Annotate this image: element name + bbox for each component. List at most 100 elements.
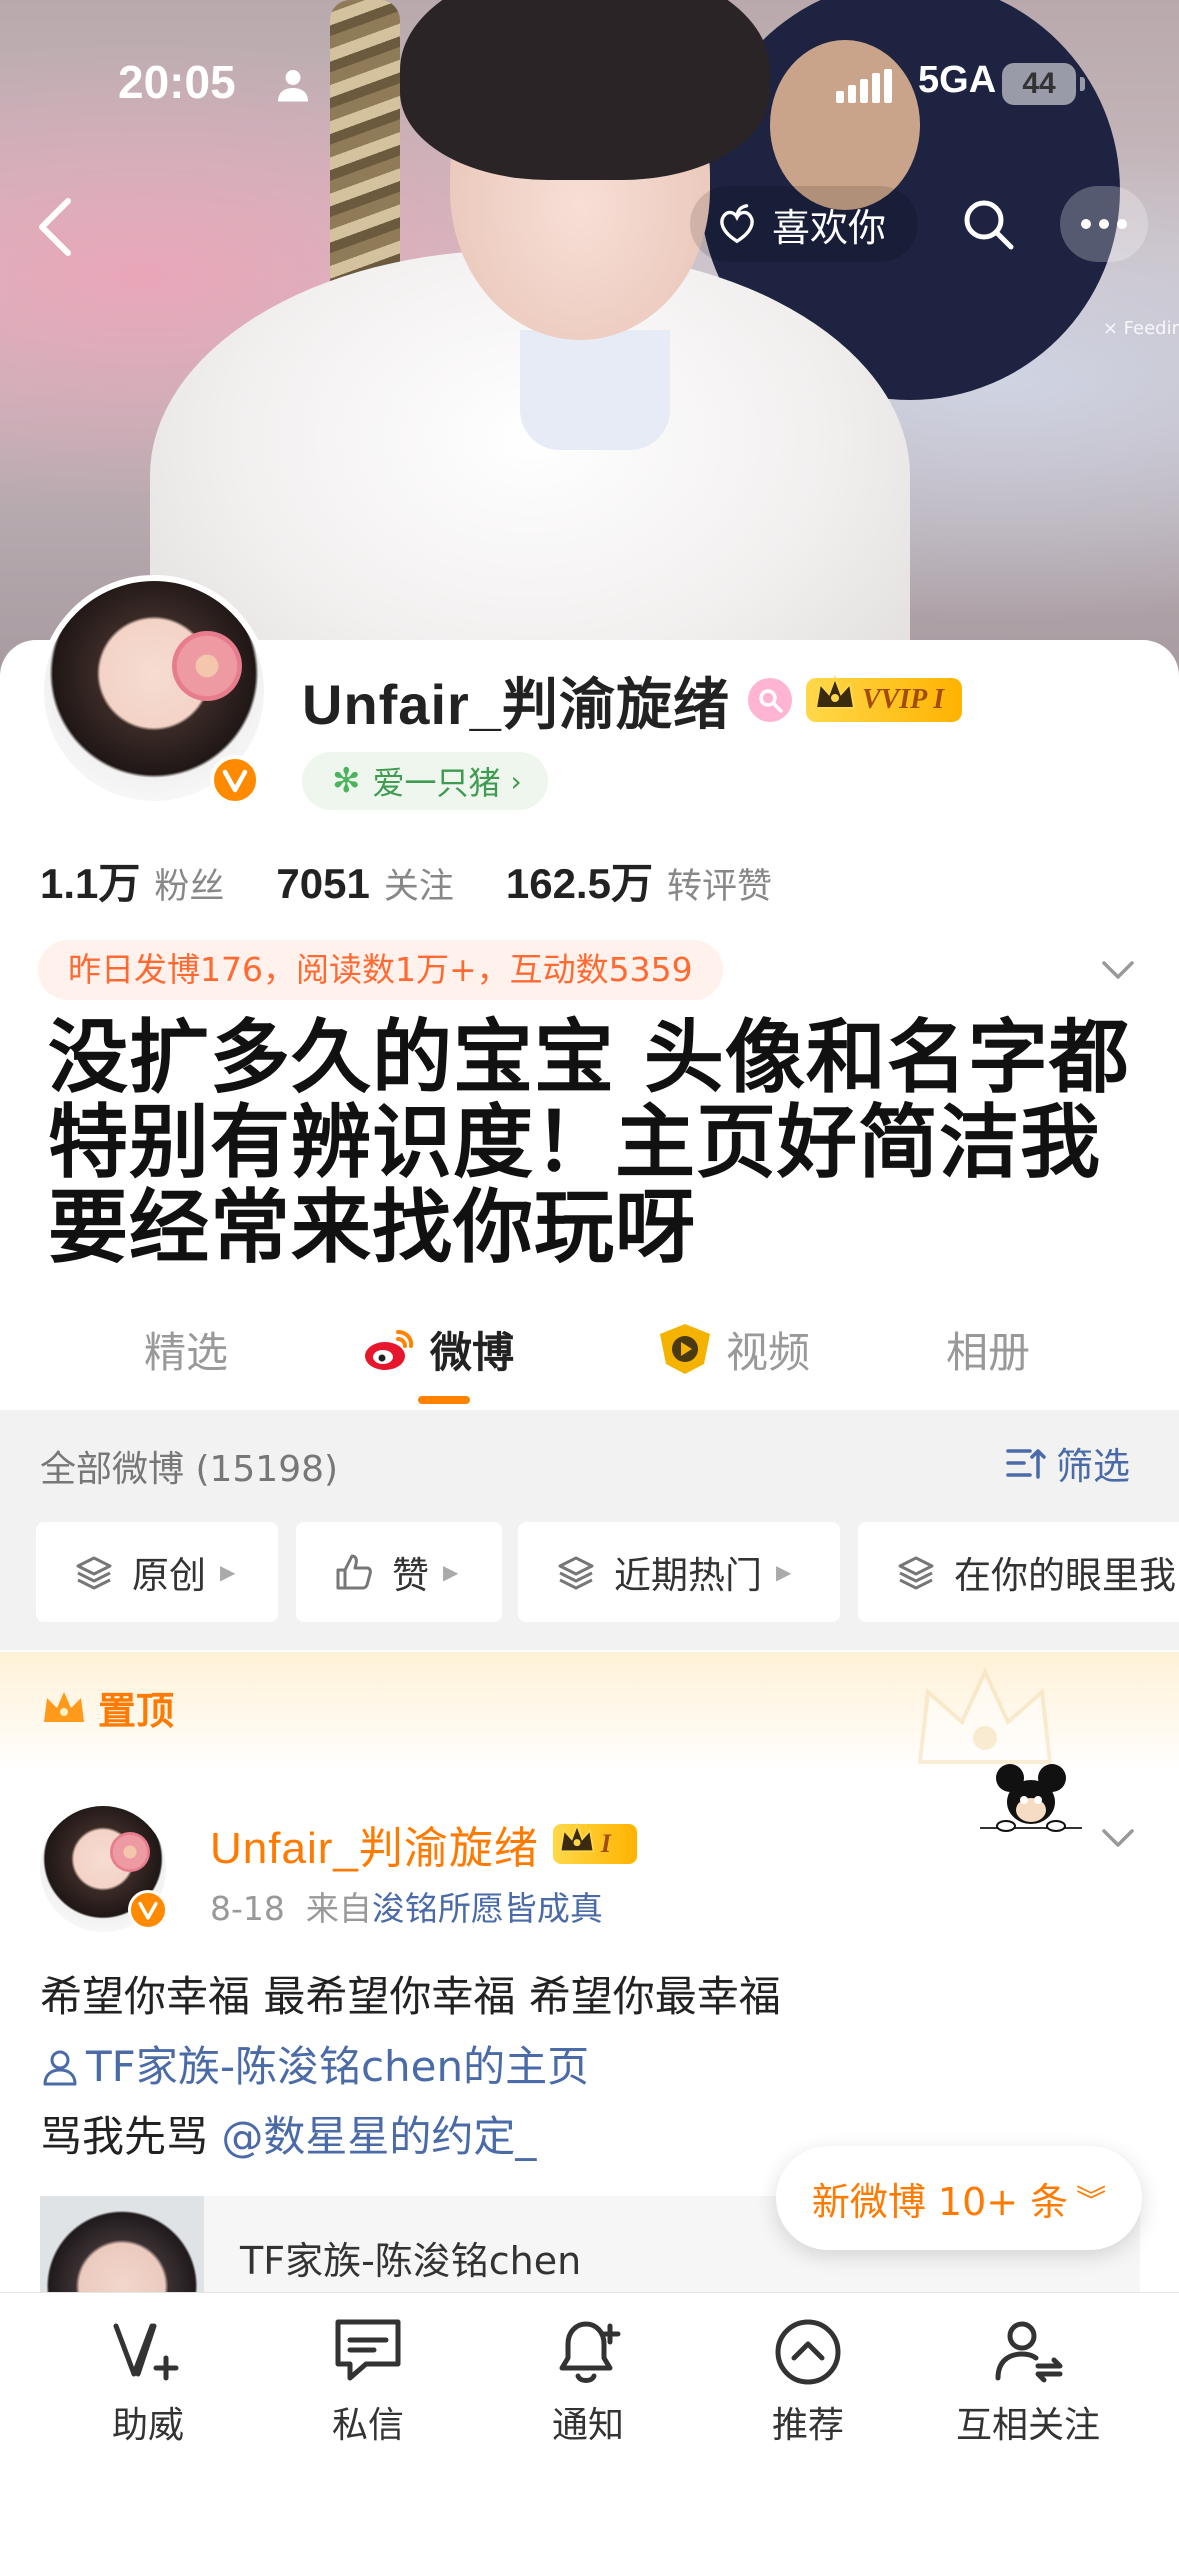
profile-link[interactable]: TF家族-陈浚铭chen的主页 bbox=[40, 2032, 1140, 2102]
crown-watermark-icon bbox=[917, 1667, 1053, 1764]
post-line-text: 骂我先骂 bbox=[40, 2112, 222, 2161]
caret-right-icon: ▶ bbox=[776, 1560, 792, 1584]
layers-icon bbox=[898, 1556, 934, 1590]
toolbar-label: 通知 bbox=[551, 2405, 624, 2446]
toolbar-notify[interactable]: 通知 bbox=[508, 2312, 668, 2448]
caret-right-icon: ▶ bbox=[220, 1560, 236, 1584]
new-posts-button[interactable]: 新微博 10+ 条 ︾ bbox=[776, 2146, 1142, 2250]
pinned-label: 置顶 bbox=[40, 1680, 174, 1735]
vvip-badge-label: VVIP I bbox=[861, 684, 945, 715]
toolbar-label: 助威 bbox=[111, 2405, 184, 2446]
activity-summary[interactable]: 昨日发博176，阅读数1万+，互动数5359 bbox=[38, 940, 723, 1000]
profile-tabs: 精选 微博 视频 相册 bbox=[0, 1300, 1179, 1410]
toolbar-recommend[interactable]: 推荐 bbox=[728, 2312, 888, 2448]
crown-icon bbox=[814, 675, 856, 709]
cover-watermark: × Feedir bbox=[1102, 318, 1179, 339]
status-bar: 20:05 5GA 44 bbox=[0, 55, 1179, 115]
stat-followers[interactable]: 1.1万 粉丝 bbox=[40, 850, 224, 911]
video-channel-icon bbox=[660, 1324, 710, 1374]
fan-group-label: 爱一只猪 bbox=[372, 764, 501, 802]
more-dot-icon bbox=[1117, 219, 1127, 229]
category-chips: 原创 ▶ 赞 ▶ 近期热门 ▶ 在你的眼里我 bbox=[36, 1522, 1179, 1622]
like-you-button[interactable]: 喜欢你 bbox=[690, 186, 919, 262]
toolbar-label: 互相关注 bbox=[955, 2405, 1100, 2446]
battery-level: 44 bbox=[1022, 67, 1056, 100]
crown-icon bbox=[44, 1691, 84, 1722]
status-time: 20:05 bbox=[118, 56, 236, 108]
toolbar-mutual-follow[interactable]: 互相关注 bbox=[948, 2312, 1108, 2448]
stat-label: 关注 bbox=[383, 867, 454, 907]
chip-label: 原创 bbox=[132, 1554, 206, 1597]
post-count: 全部微博 (15198) bbox=[40, 1449, 339, 1490]
profile-name: Unfair_判渝旋绪 bbox=[302, 672, 730, 736]
tab-videos[interactable]: 视频 bbox=[656, 1314, 810, 1384]
chip-original[interactable]: 原创 ▶ bbox=[36, 1522, 278, 1622]
embedded-thumbnail bbox=[40, 2196, 204, 2296]
toolbar-messages[interactable]: 私信 bbox=[288, 2312, 448, 2448]
thumbs-up-icon bbox=[336, 1554, 372, 1590]
chip-likes[interactable]: 赞 ▶ bbox=[296, 1522, 502, 1622]
stat-label: 转评赞 bbox=[666, 867, 772, 907]
active-tab-indicator bbox=[418, 1396, 470, 1404]
crown-icon bbox=[559, 1822, 595, 1853]
mickey-sticker-icon bbox=[980, 1764, 1082, 1832]
profile-bio: 没扩多久的宝宝 头像和名字都特别有辨识度！主页好简洁我要经常来找你玩呀 bbox=[48, 1011, 1130, 1274]
chip-label: 在你的眼里我 bbox=[954, 1554, 1176, 1597]
post-source-prefix: 来自 bbox=[305, 1889, 372, 1928]
tab-album[interactable]: 相册 bbox=[946, 1314, 1030, 1384]
chevron-right-icon: › bbox=[510, 764, 522, 798]
new-posts-label: 新微博 10+ 条 bbox=[811, 2179, 1069, 2224]
filter-button[interactable]: 筛选 bbox=[1004, 1436, 1130, 1490]
tab-weibo[interactable]: 微博 bbox=[360, 1314, 514, 1384]
chip-recent-hot[interactable]: 近期热门 ▶ bbox=[518, 1522, 840, 1622]
mention-link[interactable]: @数星星的约定_ bbox=[221, 2102, 536, 2172]
chat-bubble-icon bbox=[335, 2319, 401, 2381]
clover-icon: ✻ bbox=[332, 761, 361, 801]
tab-label: 视频 bbox=[726, 1327, 811, 1377]
battery-icon: 44 bbox=[1002, 63, 1085, 105]
toolbar-label: 推荐 bbox=[771, 2405, 844, 2446]
stat-following[interactable]: 7051 关注 bbox=[276, 858, 453, 909]
stat-value: 162.5万 bbox=[505, 860, 653, 907]
tab-label: 微博 bbox=[430, 1327, 515, 1377]
tab-featured[interactable]: 精选 bbox=[144, 1314, 228, 1384]
profile-stats: 1.1万 粉丝 7051 关注 162.5万 转评赞 bbox=[40, 850, 824, 911]
pinned-text: 置顶 bbox=[98, 1689, 175, 1733]
more-dot-icon bbox=[1099, 219, 1109, 229]
chip-custom-topic[interactable]: 在你的眼里我 bbox=[858, 1522, 1179, 1622]
avatar-flower bbox=[110, 1832, 150, 1872]
person-icon bbox=[278, 70, 308, 102]
cheer-v-icon bbox=[113, 2323, 179, 2381]
stat-reposts-likes[interactable]: 162.5万 转评赞 bbox=[506, 850, 772, 911]
post-vip-badge[interactable]: I bbox=[552, 1822, 637, 1864]
search-icon bbox=[964, 200, 1014, 250]
layers-icon bbox=[558, 1556, 594, 1590]
chevron-down-icon[interactable] bbox=[1098, 1818, 1138, 1858]
layers-icon bbox=[76, 1556, 112, 1590]
stat-label: 粉丝 bbox=[154, 867, 225, 907]
tab-label: 相册 bbox=[946, 1327, 1031, 1377]
search-button[interactable] bbox=[950, 186, 1026, 262]
post-source[interactable]: 浚铭所愿皆成真 bbox=[372, 1889, 603, 1928]
like-you-label: 喜欢你 bbox=[772, 205, 887, 250]
signal-icon bbox=[836, 69, 892, 103]
cover-shirt-collar bbox=[520, 330, 670, 450]
toolbar-label: 私信 bbox=[331, 2405, 404, 2446]
chip-label: 赞 bbox=[392, 1554, 429, 1597]
post-author-row: Unfair_判渝旋绪 I bbox=[210, 1812, 637, 1876]
filter-label: 筛选 bbox=[1056, 1445, 1130, 1488]
stat-value: 1.1万 bbox=[40, 860, 141, 907]
double-chevron-down-icon: ︾ bbox=[1076, 2184, 1107, 2219]
embedded-title: TF家族-陈浚铭chen bbox=[240, 2239, 582, 2283]
fan-group-tag[interactable]: ✻ 爱一只猪 › bbox=[302, 752, 548, 810]
toolbar-cheer[interactable]: 助威 bbox=[68, 2312, 228, 2448]
back-arrow-icon[interactable] bbox=[28, 195, 84, 259]
post-line: 希望你幸福 最希望你幸福 希望你最幸福 bbox=[40, 1972, 781, 2021]
caret-right-icon: ▶ bbox=[443, 1560, 459, 1584]
more-options-button[interactable] bbox=[1060, 186, 1148, 262]
post-body: 希望你幸福 最希望你幸福 希望你最幸福 TF家族-陈浚铭chen的主页 骂我先骂… bbox=[40, 1962, 1140, 2172]
post-author-name[interactable]: Unfair_判渝旋绪 bbox=[210, 1812, 539, 1876]
vvip-badge[interactable]: VVIP I bbox=[805, 675, 963, 722]
chevron-down-icon[interactable] bbox=[1098, 950, 1138, 990]
tab-label: 精选 bbox=[144, 1327, 229, 1377]
